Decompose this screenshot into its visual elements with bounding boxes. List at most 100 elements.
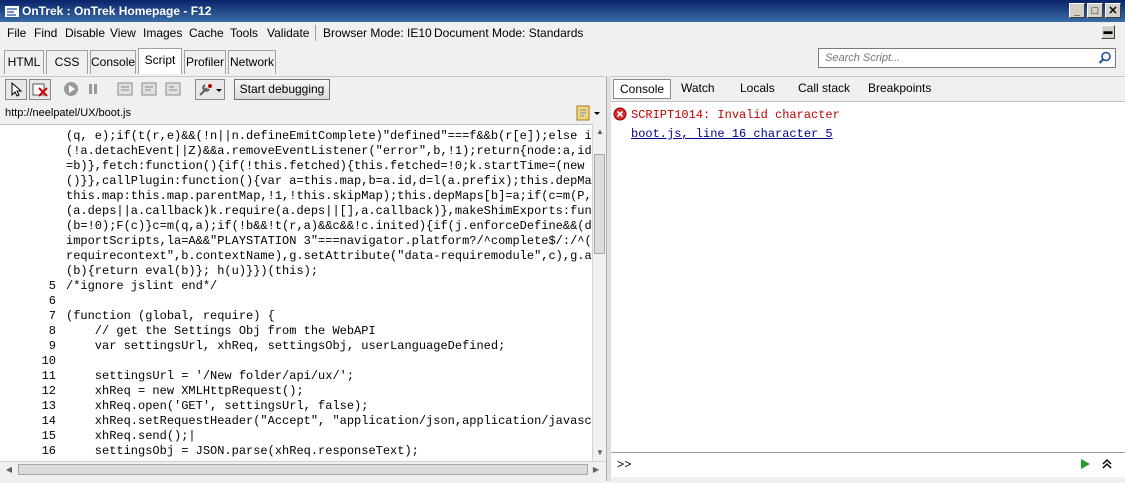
code-line[interactable]: 12 xhReq = new XMLHttpRequest(); [0,384,592,399]
code-text: xhReq.setRequestHeader("Accept", "applic… [66,414,592,428]
menu-disable[interactable]: Disable [65,26,105,40]
document-mode-menu[interactable]: Document Mode: Standards [434,26,583,40]
minimize-button[interactable]: _ [1069,3,1085,18]
step-out-button[interactable] [163,79,185,100]
line-number[interactable]: 11 [0,369,56,384]
clear-button[interactable] [29,79,51,100]
line-number[interactable]: 14 [0,414,56,429]
tab-network[interactable]: Network [228,50,276,74]
menu-tools[interactable]: Tools [230,26,258,40]
code-line[interactable]: 8 // get the Settings Obj from the WebAP… [0,324,592,339]
code-line[interactable]: 6 [0,294,592,309]
code-text: // get the Settings Obj from the WebAPI [66,324,376,338]
break-button[interactable] [83,79,105,100]
step-out-icon [165,82,181,96]
line-number[interactable]: 12 [0,384,56,399]
line-number[interactable]: 10 [0,354,56,369]
search-input[interactable] [823,51,1097,65]
menu-find[interactable]: Find [34,26,57,40]
scroll-down-arrow[interactable]: ▼ [594,447,606,459]
tab-locals[interactable]: Locals [740,81,775,95]
close-button[interactable]: ✕ [1105,3,1121,18]
code-line[interactable]: requirecontext",b.contextName),g.setAttr… [0,249,592,264]
restore-pane-button[interactable]: ▬ [1101,25,1115,39]
code-line[interactable]: 16 settingsObj = JSON.parse(xhReq.respon… [0,444,592,459]
code-line[interactable]: importScripts,la=A&&"PLAYSTATION 3"===na… [0,234,592,249]
line-number[interactable]: 13 [0,399,56,414]
file-dropdown-icon[interactable] [575,104,603,122]
menu-view[interactable]: View [110,26,136,40]
scroll-thumb[interactable] [18,464,588,475]
console-input[interactable]: >> [611,452,1125,477]
menu-validate[interactable]: Validate [267,26,309,40]
select-element-icon [11,81,23,97]
browser-mode-menu[interactable]: Browser Mode: IE10 [323,26,432,40]
line-number[interactable]: 8 [0,324,56,339]
code-text: settingsObj = JSON.parse(xhReq.responseT… [66,444,419,458]
code-line[interactable]: (b=!0);F(c)}c=m(q,a);if(!b&&!t(r,a)&&c&&… [0,219,592,234]
script-url-bar: http://neelpatel/UX/boot.js [0,102,605,124]
code-text: importScripts,la=A&&"PLAYSTATION 3"===na… [66,234,592,248]
code-line[interactable]: 11 settingsUrl = '/New folder/api/ux/'; [0,369,592,384]
code-vertical-scrollbar[interactable]: ▲ ▼ [592,124,607,461]
code-line[interactable]: 15 xhReq.send();| [0,429,592,444]
line-number[interactable]: 9 [0,339,56,354]
code-line[interactable]: 14 xhReq.setRequestHeader("Accept", "app… [0,414,592,429]
script-url: http://neelpatel/UX/boot.js [5,107,131,119]
code-line[interactable]: ()}},callPlugin:function(){var a=this.ma… [0,174,592,189]
code-line[interactable]: =b)},fetch:function(){if(!this.fetched){… [0,159,592,174]
app-icon [5,6,19,17]
code-line[interactable]: 7 (function (global, require) { [0,309,592,324]
search-icon[interactable] [1098,51,1112,65]
code-line[interactable]: this.map:this.map.parentMap,!1,!this.ski… [0,189,592,204]
tab-script[interactable]: Script [138,48,182,74]
line-number[interactable]: 7 [0,309,56,324]
start-debugging-button[interactable]: Start debugging [234,79,330,100]
code-line[interactable]: 5 /*ignore jslint end*/ [0,279,592,294]
code-editor[interactable]: (q, e);if(t(r,e)&&(!n||n.defineEmitCompl… [0,124,592,462]
code-line[interactable]: 10 [0,354,592,369]
code-line[interactable]: 13 xhReq.open('GET', settingsUrl, false)… [0,399,592,414]
menu-images[interactable]: Images [143,26,182,40]
code-line[interactable]: (!a.detachEvent||Z)&&a.removeEventListen… [0,144,592,159]
menu-cache[interactable]: Cache [189,26,224,40]
select-element-button[interactable] [5,79,27,100]
code-horizontal-scrollbar[interactable]: ◀ ▶ [0,461,606,478]
line-number[interactable]: 15 [0,429,56,444]
code-line[interactable]: (a.deps||a.callback)k.require(a.deps||[]… [0,204,592,219]
wrench-icon [199,84,222,96]
code-line[interactable]: (q, e);if(t(r,e)&&(!n||n.defineEmitCompl… [0,129,592,144]
line-number[interactable]: 6 [0,294,56,309]
line-number[interactable]: 5 [0,279,56,294]
scroll-up-arrow[interactable]: ▲ [594,126,606,138]
tab-call-stack[interactable]: Call stack [798,81,850,95]
expand-console-icon[interactable] [1101,458,1113,470]
maximize-button[interactable]: □ [1087,3,1103,18]
scroll-right-arrow[interactable]: ▶ [590,464,602,476]
code-text: /*ignore jslint end*/ [66,279,218,293]
run-script-icon[interactable] [1079,458,1091,470]
window-title: OnTrek : OnTrek Homepage - F12 [22,4,212,18]
tab-profiler[interactable]: Profiler [184,50,226,74]
console-prompt: >> [617,458,632,472]
code-text: (a.deps||a.callback)k.require(a.deps||[]… [66,204,592,218]
code-line[interactable]: (b){return eval(b)}; h(u)}})(this); [0,264,592,279]
tab-right-console[interactable]: Console [613,79,672,99]
code-line[interactable]: 9 var settingsUrl, xhReq, settingsObj, u… [0,339,592,354]
clear-icon [32,83,48,97]
error-location-link[interactable]: boot.js, line 16 character 5 [631,127,833,141]
tab-html[interactable]: HTML [4,50,44,74]
scroll-thumb[interactable] [594,154,605,254]
step-over-button[interactable] [139,79,161,100]
tools-dropdown-button[interactable] [195,79,225,100]
line-number[interactable]: 16 [0,444,56,459]
tab-watch[interactable]: Watch [681,81,715,95]
step-into-button[interactable] [115,79,137,100]
tab-css[interactable]: CSS [46,50,88,74]
scroll-left-arrow[interactable]: ◀ [3,464,15,476]
menu-file[interactable]: File [7,26,26,40]
right-pane-tabs: Console Watch Locals Call stack Breakpoi… [611,76,1125,102]
tab-console[interactable]: Console [90,50,136,74]
tab-breakpoints[interactable]: Breakpoints [868,81,931,95]
continue-button[interactable] [61,79,83,100]
